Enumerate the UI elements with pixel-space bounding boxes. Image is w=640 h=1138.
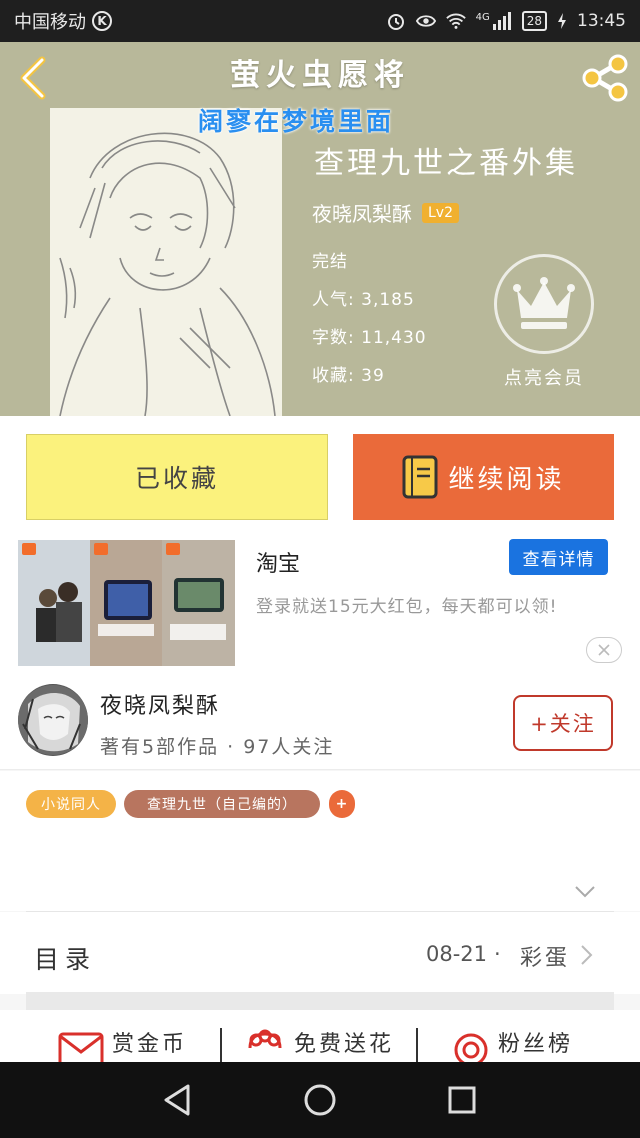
close-icon[interactable]: [586, 637, 622, 663]
separator: [416, 1028, 418, 1062]
avatar-image: [18, 685, 88, 755]
toc-separator: ·: [494, 942, 501, 966]
wifi-icon: [445, 13, 466, 29]
network-type: 4G: [475, 11, 490, 23]
status-icons: 4G 28 13:45: [386, 11, 626, 31]
book-status: 完结: [312, 252, 348, 272]
collection-stat: 收藏: 39: [312, 366, 385, 386]
table-of-contents-row[interactable]: 目录 08-21 · 彩蛋: [0, 912, 640, 994]
crown-icon: [513, 277, 575, 329]
ad-banner[interactable]: 淘宝 查看详情 登录就送15元大红包，每天都可以领!: [0, 536, 640, 670]
reward-coins-button[interactable]: 赏金币: [58, 1026, 187, 1062]
fans-label: 粉丝榜: [498, 1032, 574, 1057]
book-icon: [402, 455, 438, 499]
interaction-bar: 赏金币 免费送花 粉丝榜: [0, 1010, 640, 1062]
toc-date: 08-21: [426, 942, 488, 966]
toc-label: 目录: [34, 945, 97, 974]
toc-latest-chapter: 彩蛋: [520, 946, 571, 971]
reward-label: 赏金币: [112, 1032, 188, 1057]
ad-description: 登录就送15元大红包，每天都可以领!: [256, 597, 558, 617]
tag-series[interactable]: 查理九世（自己编的）: [124, 790, 320, 818]
book-cover[interactable]: [50, 108, 282, 416]
book-author-name[interactable]: 夜晓凤梨酥: [312, 198, 412, 227]
flowers-label: 免费送花: [294, 1032, 395, 1057]
envelope-icon: [58, 1032, 104, 1062]
vip-button[interactable]: [494, 254, 594, 354]
carrier-name: 中国移动: [14, 12, 86, 33]
avatar[interactable]: [18, 684, 88, 756]
level-badge: Lv2: [422, 202, 459, 223]
nav-home-icon[interactable]: [298, 1078, 342, 1122]
book-author-row[interactable]: 夜晓凤梨酥 Lv2: [312, 198, 459, 227]
nav-back-icon[interactable]: [156, 1078, 200, 1122]
close-icon-glyph: [598, 644, 610, 656]
vip-label: 点亮会员: [504, 368, 584, 389]
chevron-down-icon[interactable]: [574, 885, 596, 899]
favorite-button[interactable]: 已收藏: [26, 434, 328, 520]
tag-novel-fanfic[interactable]: 小说同人: [26, 790, 116, 818]
battery-icon: 28: [521, 11, 547, 31]
ad-details-label: 查看详情: [522, 549, 595, 570]
charging-icon: [558, 13, 566, 29]
chevron-right-icon: [581, 945, 593, 965]
action-buttons: 已收藏 继续阅读: [0, 416, 640, 536]
book-header: 萤火虫愿将 阔寥在梦境里面 查理九世之番外集 夜晓凤梨酥 Lv2 完结 人气: …: [0, 42, 640, 416]
carrier: 中国移动 K: [14, 8, 112, 34]
popularity-stat: 人气: 3,185: [312, 290, 415, 310]
share-icon[interactable]: [580, 54, 630, 102]
cover-sketch: [50, 108, 282, 416]
ad-title: 淘宝: [256, 552, 301, 577]
section-spacer: [26, 992, 614, 1010]
tags-section: 小说同人 查理九世（自己编的） +: [0, 771, 640, 911]
send-flowers-button[interactable]: 免费送花: [244, 1026, 394, 1062]
site-title: 萤火虫愿将: [230, 58, 410, 93]
tag-label: 查理九世（自己编的）: [147, 797, 297, 813]
fans-ranking-button[interactable]: 粉丝榜: [452, 1026, 573, 1062]
follow-button[interactable]: +关注: [513, 695, 613, 751]
eye-icon: [415, 15, 436, 27]
author-section: 夜晓凤梨酥 著有5部作品 · 97人关注 +关注: [0, 670, 640, 770]
clock: 13:45: [577, 11, 626, 31]
author-summary: 著有5部作品 · 97人关注: [100, 736, 335, 758]
ad-image-art: [18, 540, 235, 666]
flower-icon: [248, 1029, 282, 1049]
status-bar: 中国移动 K 4G 28 13:45: [0, 0, 640, 42]
tag-label: 小说同人: [41, 797, 101, 813]
continue-reading-label: 继续阅读: [448, 464, 565, 495]
system-nav-bar: [0, 1062, 640, 1138]
k-badge-icon: K: [92, 11, 112, 31]
favorite-label: 已收藏: [134, 464, 219, 493]
word-count-stat: 字数: 11,430: [312, 328, 427, 348]
follow-label: +关注: [530, 712, 596, 736]
signal-icon: [492, 12, 511, 30]
ad-image[interactable]: [18, 540, 235, 666]
ad-details-button[interactable]: 查看详情: [509, 539, 608, 575]
cover-overlay-text: 阔寥在梦境里面: [198, 107, 395, 136]
nav-recent-icon[interactable]: [440, 1078, 484, 1122]
add-tag-button[interactable]: +: [329, 790, 355, 818]
alarm-icon: [387, 14, 404, 30]
author-name[interactable]: 夜晓凤梨酥: [100, 688, 220, 720]
add-tag-label: +: [335, 796, 349, 812]
target-icon: [454, 1033, 488, 1062]
book-title: 查理九世之番外集: [314, 146, 578, 181]
continue-reading-button[interactable]: 继续阅读: [353, 434, 614, 520]
separator: [220, 1028, 222, 1062]
